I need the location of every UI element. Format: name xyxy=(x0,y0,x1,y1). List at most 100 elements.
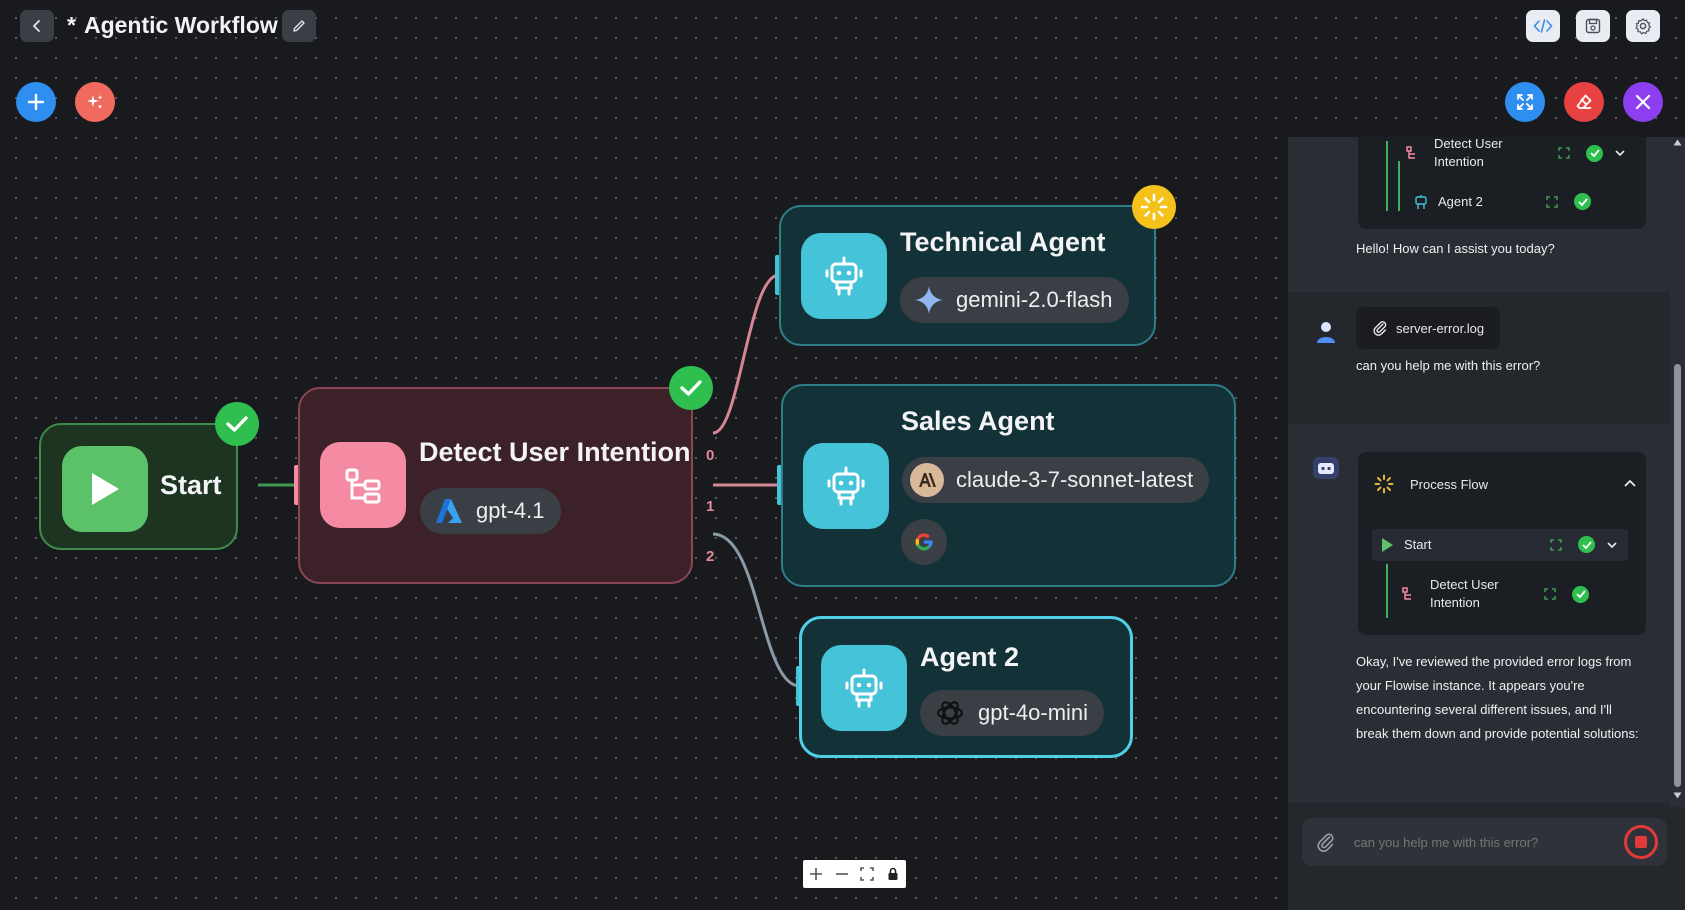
technical-model-name: gemini-2.0-flash xyxy=(956,287,1113,312)
technical-running-spinner-icon xyxy=(1132,185,1176,229)
stop-generation-button[interactable] xyxy=(1624,825,1658,859)
flow-item-agent2[interactable]: Agent 2 xyxy=(1414,193,1591,210)
paperclip-icon xyxy=(1373,321,1387,336)
flow-item-start-label: Start xyxy=(1404,537,1432,552)
expand-icon[interactable] xyxy=(1544,588,1556,600)
edge-detect-technical xyxy=(712,273,780,435)
detect-model-pill[interactable]: gpt-4.1 xyxy=(420,488,561,534)
condition-tree-icon xyxy=(1406,146,1415,159)
bot-message-1: Detect User Intention Agent 2 Hello! How… xyxy=(1288,137,1685,292)
stop-icon xyxy=(1635,836,1647,848)
flow-line xyxy=(1386,564,1388,618)
attachment-chip[interactable]: server-error.log xyxy=(1356,307,1501,349)
bot-avatar xyxy=(1313,457,1339,479)
start-node-title: Start xyxy=(160,470,222,500)
openai-icon xyxy=(936,701,964,725)
sales-node-title: Sales Agent xyxy=(901,406,1055,436)
detect-complete-check-icon xyxy=(669,366,713,410)
scrollbar-thumb[interactable] xyxy=(1674,364,1681,787)
sales-agent-node[interactable]: Sales Agent claude-3-7-sonnet-latest xyxy=(781,384,1236,587)
expand-icon[interactable] xyxy=(1550,538,1562,551)
chevron-down-icon[interactable] xyxy=(1607,540,1617,550)
anthropic-icon xyxy=(910,463,944,497)
user-icon xyxy=(1317,322,1335,343)
user-avatar xyxy=(1316,320,1336,349)
agent2-node-title: Agent 2 xyxy=(920,642,1020,672)
robot-face-icon xyxy=(1318,463,1334,474)
scroll-up-icon[interactable] xyxy=(1673,139,1682,146)
expand-icon[interactable] xyxy=(1558,147,1570,159)
lock-icon[interactable] xyxy=(886,867,900,881)
chevron-up-icon[interactable] xyxy=(1624,478,1636,490)
sales-model-name: claude-3-7-sonnet-latest xyxy=(956,467,1194,492)
agent2-model-name: gpt-4o-mini xyxy=(978,700,1089,725)
attachment-name: server-error.log xyxy=(1396,320,1485,336)
check-icon xyxy=(1572,585,1589,603)
expand-icon[interactable] xyxy=(1546,195,1558,208)
process-flow-header[interactable]: Process Flow xyxy=(1374,474,1636,494)
process-flow-label: Process Flow xyxy=(1410,476,1489,492)
robot-icon xyxy=(1415,194,1427,209)
start-complete-check-icon xyxy=(215,402,259,446)
scroll-down-icon[interactable] xyxy=(1673,792,1682,799)
port-label-0: 0 xyxy=(706,447,715,464)
port-label-2: 2 xyxy=(706,548,715,565)
check-icon xyxy=(1578,536,1595,553)
detect-model-name: gpt-4.1 xyxy=(476,498,545,523)
port-label-1: 1 xyxy=(706,498,715,515)
check-icon xyxy=(1586,144,1603,162)
user-message: server-error.log can you help me with th… xyxy=(1288,292,1685,408)
chevron-down-icon[interactable] xyxy=(1615,148,1625,158)
play-icon xyxy=(1382,537,1393,552)
chat-panel: Detect User Intention Agent 2 Hello! How… xyxy=(1288,137,1685,910)
detect-node-title: Detect User Intention xyxy=(419,437,691,467)
spinner-icon xyxy=(1374,474,1394,494)
check-icon xyxy=(1574,193,1591,210)
flow-item-start[interactable]: Start xyxy=(1380,536,1628,553)
flow-line xyxy=(1386,141,1388,211)
sales-node-icon xyxy=(803,443,889,529)
zoom-in-icon[interactable] xyxy=(809,867,823,881)
fit-view-icon[interactable] xyxy=(860,867,875,881)
google-icon xyxy=(915,533,933,551)
paperclip-icon[interactable] xyxy=(1316,832,1336,852)
agent2-node-icon xyxy=(821,645,907,731)
top-process-flow: Detect User Intention Agent 2 xyxy=(1358,137,1646,229)
flow-item-agent2-label: Agent 2 xyxy=(1438,194,1483,209)
detect-node-icon xyxy=(320,442,406,528)
azure-icon xyxy=(436,499,462,523)
sales-model-pill[interactable]: claude-3-7-sonnet-latest xyxy=(902,457,1210,503)
technical-node-icon xyxy=(801,233,887,319)
flow-item-detect-2[interactable]: Detect User Intention xyxy=(1402,576,1589,612)
robot-icon xyxy=(825,256,863,296)
chat-scrollbar[interactable] xyxy=(1670,137,1685,807)
user-message-text: can you help me with this error? xyxy=(1356,358,1541,373)
canvas-controls xyxy=(803,860,906,888)
chat-input-box xyxy=(1302,818,1667,866)
condition-tree-icon xyxy=(345,468,381,504)
agent2-model-pill[interactable]: gpt-4o-mini xyxy=(920,690,1105,736)
bot-message-2: Process Flow Start Detect User Intention… xyxy=(1288,424,1685,814)
robot-icon xyxy=(845,668,883,708)
flow-item-detect-label: Detect User Intention xyxy=(1434,137,1503,169)
start-node-icon xyxy=(62,446,148,532)
chat-message-input[interactable] xyxy=(1354,828,1604,856)
technical-model-pill[interactable]: gemini-2.0-flash xyxy=(900,277,1129,323)
flow-item-detect[interactable]: Detect User Intention xyxy=(1406,137,1636,171)
condition-tree-icon xyxy=(1402,587,1411,600)
process-flow-box: Process Flow Start Detect User Intention xyxy=(1358,452,1646,635)
flow-line-nested xyxy=(1398,161,1400,211)
play-icon xyxy=(92,473,119,505)
zoom-out-icon[interactable] xyxy=(835,867,849,881)
robot-icon xyxy=(827,466,865,506)
technical-node-title: Technical Agent xyxy=(900,227,1106,257)
gemini-icon xyxy=(915,286,943,314)
detect-intention-node[interactable]: Detect User Intention gpt-4.1 xyxy=(298,387,693,584)
technical-agent-node[interactable]: Technical Agent gemini-2.0-flash xyxy=(779,205,1156,346)
bot-greeting: Hello! How can I assist you today? xyxy=(1356,241,1555,256)
flow-item-detect-2-label: Detect User Intention xyxy=(1430,577,1499,610)
bot-response-text: Okay, I've reviewed the provided error l… xyxy=(1356,654,1639,741)
start-node[interactable]: Start xyxy=(39,423,238,550)
google-search-tool[interactable] xyxy=(901,519,947,565)
agent2-node[interactable]: Agent 2 gpt-4o-mini xyxy=(799,616,1133,758)
